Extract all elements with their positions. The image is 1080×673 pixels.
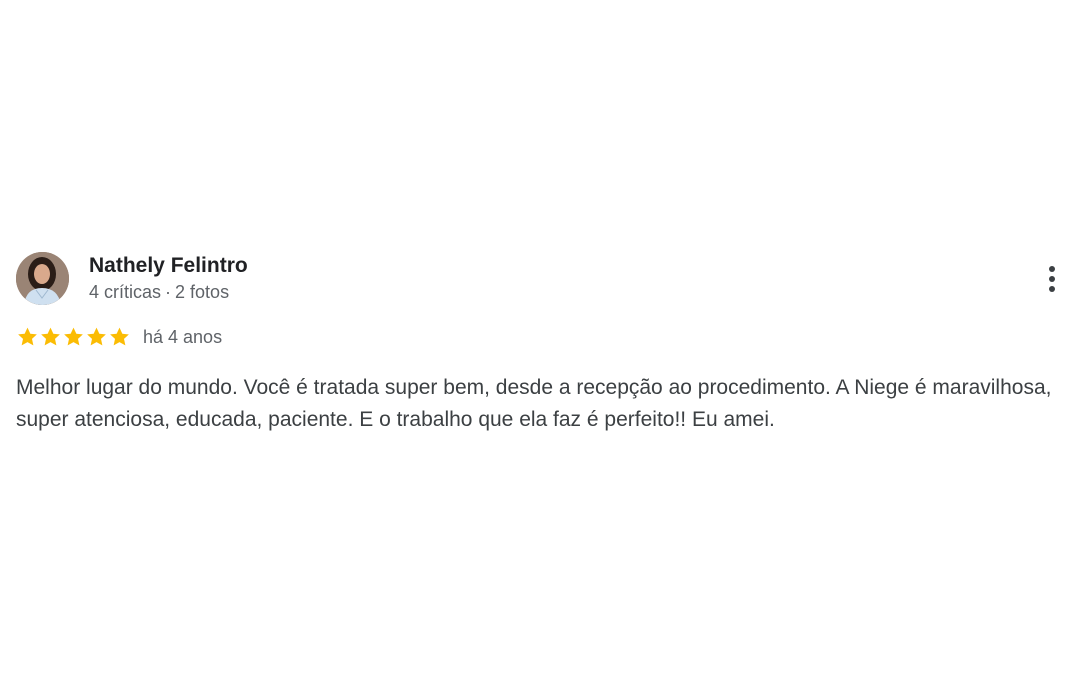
author-meta: 4 críticas · 2 fotos [89, 280, 248, 304]
more-vert-icon-dot [1049, 276, 1055, 282]
review-card: Nathely Felintro 4 críticas · 2 fotos há 4… [16, 251, 1064, 436]
author-avatar[interactable] [16, 251, 69, 305]
more-vert-icon [1049, 266, 1055, 272]
avatar-photo-icon [16, 251, 69, 305]
star-icon [18, 327, 37, 346]
more-options-button[interactable] [1040, 259, 1064, 299]
review-header: Nathely Felintro 4 críticas · 2 fotos [16, 251, 1064, 305]
author-info: Nathely Felintro 4 críticas · 2 fotos [89, 253, 248, 304]
more-vert-icon-dot [1049, 286, 1055, 292]
author-name[interactable]: Nathely Felintro [89, 253, 248, 279]
meta-separator: · [165, 281, 172, 302]
star-icon [87, 327, 106, 346]
star-icon [110, 327, 129, 346]
star-icon [41, 327, 60, 346]
star-icon [64, 327, 83, 346]
rating-row: há 4 anos [16, 322, 1064, 352]
author-photos-count: 2 fotos [175, 281, 230, 302]
star-rating [16, 326, 131, 348]
review-text: Melhor lugar do mundo. Você é tratada su… [16, 376, 1052, 431]
review-date: há 4 anos [143, 326, 223, 347]
author-reviews-count: 4 críticas [89, 281, 162, 302]
